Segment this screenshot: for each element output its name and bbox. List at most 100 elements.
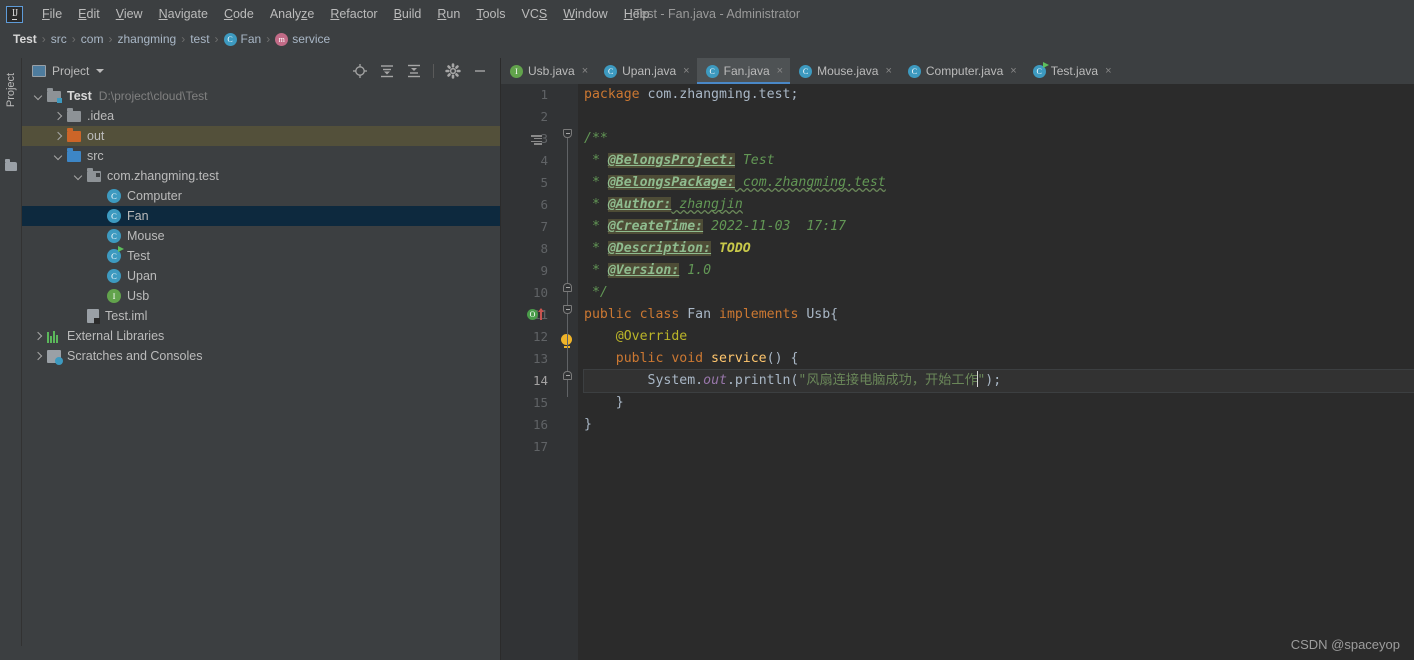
menu-build[interactable]: Build <box>386 5 430 23</box>
breadcrumb-item-test[interactable]: Test <box>9 32 41 46</box>
tree-row[interactable]: .idea <box>22 106 500 126</box>
fold-marker-javadoc-end[interactable] <box>563 283 572 292</box>
menu-navigate[interactable]: Navigate <box>151 5 216 23</box>
code-text[interactable]: package com.zhangming.test; /** * @Belon… <box>578 84 1414 660</box>
collapse-all-icon[interactable] <box>406 63 422 79</box>
menu-vcs[interactable]: VCS <box>514 5 556 23</box>
editor-tab-fan-java[interactable]: C Fan.java × <box>696 58 791 84</box>
close-icon[interactable]: × <box>885 65 891 77</box>
token-star: * <box>584 153 608 168</box>
editor-tab-test-java[interactable]: C Test.java × <box>1024 58 1119 84</box>
token-brace-close-method: } <box>584 395 624 410</box>
close-icon[interactable]: × <box>683 65 689 77</box>
watermark: CSDN @spaceyop <box>1290 637 1400 652</box>
chevron-right-icon[interactable] <box>54 112 63 121</box>
line-number: 9 <box>540 263 548 278</box>
runnable-class-icon: C <box>1032 61 1049 78</box>
menu-code[interactable]: Code <box>216 5 262 23</box>
code-editor[interactable]: 1234567891011121314151617 O p <box>501 84 1414 660</box>
breadcrumb-item-test[interactable]: test <box>186 32 213 46</box>
tree-row[interactable]: C Mouse <box>22 226 500 246</box>
expand-all-icon[interactable] <box>379 63 395 79</box>
window-title: Test - Fan.java - Administrator <box>634 7 801 21</box>
fold-marker-javadoc-start[interactable] <box>563 129 572 138</box>
token-value-belongsproject: Test <box>734 153 775 168</box>
tree-row[interactable]: External Libraries <box>22 326 500 346</box>
javadoc-icon <box>531 135 543 145</box>
chevron-down-icon[interactable] <box>34 92 43 101</box>
fold-marker-method-end[interactable] <box>563 371 572 380</box>
editor-tab-usb-java[interactable]: I Usb.java × <box>501 58 595 84</box>
token-println: .println( <box>726 373 799 388</box>
folder-orange-icon <box>67 127 81 142</box>
minimize-icon[interactable] <box>472 63 488 79</box>
breadcrumb-item-service[interactable]: m service <box>271 32 334 46</box>
close-icon[interactable]: × <box>582 65 588 77</box>
menu-tools[interactable]: Tools <box>468 5 513 23</box>
line-number: 3 <box>540 131 548 146</box>
breadcrumb-item-fan[interactable]: C Fan <box>220 32 266 46</box>
chevron-down-icon[interactable] <box>96 69 105 73</box>
tree-row[interactable]: Test D:\project\cloud\Test <box>22 86 500 106</box>
editor-tab-label: Mouse.java <box>817 64 879 78</box>
class-icon: C <box>799 64 813 78</box>
chevron-right-icon[interactable] <box>34 352 43 361</box>
class-icon: C <box>604 64 618 78</box>
tree-row[interactable]: I Usb <box>22 286 500 306</box>
tree-row[interactable]: src <box>22 146 500 166</box>
menu-file[interactable]: File <box>34 5 70 23</box>
code-line-13: public void service() { <box>584 348 1414 370</box>
menu-window[interactable]: Window <box>555 5 615 23</box>
menu-run[interactable]: Run <box>429 5 468 23</box>
tree-row[interactable]: C Upan <box>22 266 500 286</box>
tree-row[interactable]: C Computer <box>22 186 500 206</box>
editor-tab-upan-java[interactable]: C Upan.java × <box>595 58 696 84</box>
menu-view[interactable]: View <box>108 5 151 23</box>
chevron-down-icon[interactable] <box>74 172 83 181</box>
chevron-down-icon[interactable] <box>54 152 63 161</box>
tree-label: Fan <box>127 209 149 223</box>
tree-label: External Libraries <box>67 329 165 343</box>
tree-row[interactable]: com.zhangming.test <box>22 166 500 186</box>
tree-row[interactable]: C Test <box>22 246 500 266</box>
tree-row[interactable]: Test.iml <box>22 306 500 326</box>
chevron-right-icon[interactable] <box>54 132 63 141</box>
folder-icon[interactable] <box>5 159 17 171</box>
breadcrumb-item-src[interactable]: src <box>47 32 71 46</box>
close-icon[interactable]: × <box>777 65 783 77</box>
token-star: * <box>584 175 608 190</box>
close-icon[interactable]: × <box>1105 65 1111 77</box>
tree-row[interactable]: Scratches and Consoles <box>22 346 500 366</box>
locate-icon[interactable] <box>352 63 368 79</box>
project-view-icon[interactable] <box>32 65 46 77</box>
implementing-method-icon[interactable]: O <box>527 309 538 320</box>
override-arrow-icon[interactable] <box>537 308 544 320</box>
menu-edit[interactable]: Edit <box>70 5 108 23</box>
breadcrumb-item-com[interactable]: com <box>77 32 108 46</box>
line-number-gutter: 1234567891011121314151617 <box>501 84 556 660</box>
class-icon: C <box>107 269 121 283</box>
close-icon[interactable]: × <box>1010 65 1016 77</box>
menu-analyze[interactable]: Analyze <box>262 5 322 23</box>
gear-icon[interactable] <box>445 63 461 79</box>
token-method-tail: () { <box>766 351 799 366</box>
code-line-6: * @Author: zhangjin <box>584 194 1414 216</box>
code-folding-column[interactable] <box>563 84 572 660</box>
runnable-class-icon: C <box>107 246 124 263</box>
breadcrumb-item-zhangming[interactable]: zhangming <box>113 32 180 46</box>
fold-marker-method-start[interactable] <box>563 305 572 314</box>
menu-refactor[interactable]: Refactor <box>322 5 385 23</box>
editor-tab-mouse-java[interactable]: C Mouse.java × <box>790 58 899 84</box>
intellij-logo-icon[interactable]: IJ <box>6 5 23 23</box>
code-line-5: * @BelongsPackage: com.zhangming.test <box>584 172 1414 194</box>
chevron-right-icon[interactable] <box>34 332 43 341</box>
tree-row[interactable]: out <box>22 126 500 146</box>
breadcrumb-label: Test <box>13 32 37 46</box>
rail-tab-project[interactable]: Project <box>5 67 17 113</box>
tree-row[interactable]: C Fan <box>22 206 500 226</box>
editor-tab-computer-java[interactable]: C Computer.java × <box>899 58 1024 84</box>
